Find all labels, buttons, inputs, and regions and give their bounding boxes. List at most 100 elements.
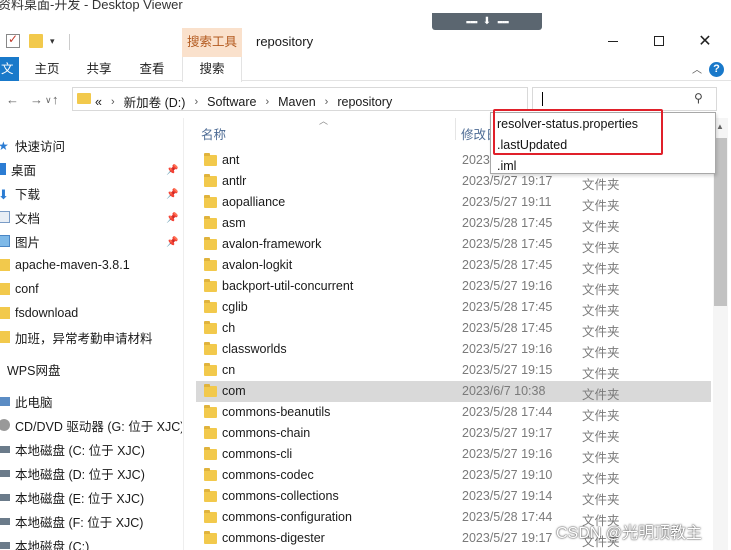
breadcrumb-overflow[interactable]: « (95, 95, 102, 109)
sidebar-item-this-pc[interactable]: 此电脑 (0, 390, 53, 412)
sidebar-item-downloads[interactable]: ⬇ 下载 (0, 182, 40, 204)
download-icon: ⬇ (0, 187, 9, 202)
pane-divider[interactable] (183, 118, 184, 550)
pin-icon[interactable]: 📌 (166, 165, 178, 176)
recent-locations-icon[interactable]: ∨ (45, 95, 52, 106)
table-row[interactable]: antlr 2023/5/27 19:17 文件夹 (196, 171, 711, 192)
forward-button[interactable]: → (30, 92, 43, 107)
table-row[interactable]: ch 2023/5/28 17:45 文件夹 (196, 318, 711, 339)
tab-home[interactable]: 主页 (20, 57, 74, 81)
table-row[interactable]: backport-util-concurrent 2023/5/27 19:16 文… (196, 276, 711, 297)
sidebar-item-fsdownload[interactable]: fsdownload (0, 302, 78, 324)
collapse-ribbon-icon[interactable]: ︿ (692, 61, 702, 76)
sidebar-item-drive-f-xjc[interactable]: 本地磁盘 (F: 位于 XJC) (0, 510, 143, 532)
sidebar-item-desktop[interactable]: 桌面 (0, 158, 36, 180)
sidebar-item-quick-access[interactable]: ★ 快速访问 (0, 134, 65, 156)
picture-icon (0, 235, 10, 247)
sidebar-item-drive-g[interactable]: CD/DVD 驱动器 (G: 位于 XJC) (0, 414, 182, 436)
breadcrumb-separator-icon[interactable]: › (325, 96, 329, 108)
table-row[interactable]: classworlds 2023/5/27 19:16 文件夹 (196, 339, 711, 360)
toolbar-collapse-icon[interactable]: ⬇ (483, 16, 491, 27)
breadcrumb-separator-icon[interactable]: › (194, 96, 198, 108)
file-type: 文件夹 (582, 199, 620, 213)
help-icon[interactable]: ? (709, 62, 724, 77)
table-row[interactable]: aopalliance 2023/5/27 19:11 文件夹 (196, 192, 711, 213)
folder-icon (0, 307, 10, 319)
sidebar-item-documents[interactable]: 文档 (0, 206, 40, 228)
folder-icon (204, 216, 217, 229)
customize-quick-access-icon[interactable]: ▾ (50, 36, 64, 50)
search-icon[interactable]: ⚲ (694, 91, 703, 105)
table-row[interactable]: asm 2023/5/28 17:45 文件夹 (196, 213, 711, 234)
file-name: aopalliance (222, 195, 286, 209)
pin-icon[interactable]: 📌 (166, 237, 178, 248)
highlight-annotation-box (493, 109, 663, 155)
table-row[interactable]: commons-cli 2023/5/27 19:16 文件夹 (196, 444, 711, 465)
sidebar-item-pictures[interactable]: 图片 (0, 230, 40, 252)
file-modified-date: 2023/5/28 17:45 (462, 258, 553, 272)
file-modified-date: 2023/5/28 17:45 (462, 321, 553, 335)
file-type: 文件夹 (582, 220, 620, 234)
table-row[interactable]: commons-beanutils 2023/5/28 17:44 文件夹 (196, 402, 711, 423)
file-modified-date: 2023/5/27 19:16 (462, 342, 553, 356)
sidebar-item-conf[interactable]: conf (0, 278, 39, 300)
sidebar-item-drive-c-xjc[interactable]: 本地磁盘 (C: 位于 XJC) (0, 438, 145, 460)
table-row[interactable]: avalon-framework 2023/5/28 17:45 文件夹 (196, 234, 711, 255)
folder-icon (204, 174, 217, 187)
table-row[interactable]: commons-chain 2023/5/27 19:17 文件夹 (196, 423, 711, 444)
dvd-icon (0, 419, 10, 431)
sidebar-item-overtime[interactable]: 加班，异常考勤申请材料 (0, 326, 153, 348)
tab-file[interactable]: 文件 (0, 57, 19, 81)
file-modified-date: 2023/5/27 19:16 (462, 447, 553, 461)
column-divider[interactable] (455, 118, 456, 140)
table-row[interactable]: cn 2023/5/27 19:15 文件夹 (196, 360, 711, 381)
tab-search[interactable]: 搜索 (182, 57, 242, 82)
table-row[interactable]: cglib 2023/5/28 17:45 文件夹 (196, 297, 711, 318)
drive-icon (0, 517, 10, 525)
table-row[interactable]: avalon-logkit 2023/5/28 17:45 文件夹 (196, 255, 711, 276)
new-folder-icon[interactable] (29, 34, 43, 48)
background-title-text: 资料桌面-开发 - Desktop Viewer (0, 0, 183, 12)
background-window-title: 资料桌面-开发 - Desktop Viewer (0, 0, 731, 14)
back-button[interactable]: ← (6, 92, 19, 107)
sidebar-item-label: CD/DVD 驱动器 (G: 位于 XJC) (15, 419, 182, 434)
minimize-button[interactable] (590, 28, 636, 54)
table-row[interactable]: commons-codec 2023/5/27 19:10 文件夹 (196, 465, 711, 486)
folder-icon (204, 342, 217, 355)
up-button[interactable]: ↑ (52, 92, 59, 107)
close-button[interactable]: ✕ (682, 28, 728, 54)
suggestion-item[interactable]: .iml (497, 159, 516, 173)
breadcrumb-maven[interactable]: Maven (278, 95, 316, 109)
pin-icon[interactable]: 📌 (166, 213, 178, 224)
address-bar[interactable]: « › 新加卷 (D:) › Software › Maven › reposi… (72, 87, 595, 111)
breadcrumb-drive[interactable]: 新加卷 (D:) (124, 92, 186, 111)
window-title: repository (256, 34, 314, 49)
scroll-up-icon[interactable]: ▲ (716, 122, 724, 131)
file-name: asm (222, 216, 246, 230)
vertical-scrollbar[interactable]: ▲ (713, 118, 728, 550)
sort-ascending-icon: ︿ (319, 116, 329, 126)
tab-view[interactable]: 查看 (128, 57, 176, 81)
table-row[interactable]: commons-collections 2023/5/27 19:14 文件夹 (196, 486, 711, 507)
sidebar-item-apache-maven[interactable]: apache-maven-3.8.1 (0, 254, 130, 276)
breadcrumb-separator-icon[interactable]: › (265, 96, 269, 108)
search-box[interactable]: ⚲ (532, 87, 717, 111)
pin-icon[interactable]: 📌 (166, 189, 178, 200)
column-header-name[interactable]: 名称 (201, 124, 226, 143)
file-type: 文件夹 (582, 241, 620, 255)
sidebar-item-drive-d-xjc[interactable]: 本地磁盘 (D: 位于 XJC) (0, 462, 145, 484)
sidebar-item-drive-c[interactable]: 本地磁盘 (C:) (0, 534, 89, 550)
cloud-drive-icon (0, 363, 2, 375)
tab-share[interactable]: 共享 (74, 57, 124, 81)
table-row[interactable]: com 2023/6/7 10:38 文件夹 (196, 381, 711, 402)
properties-icon[interactable] (6, 32, 20, 48)
toolbar-grip-right: ▪▪▪▪▪ (497, 16, 509, 27)
sidebar-item-drive-e-xjc[interactable]: 本地磁盘 (E: 位于 XJC) (0, 486, 144, 508)
sidebar-item-wps-drive[interactable]: WPS网盘 (0, 358, 60, 380)
maximize-button[interactable] (636, 28, 682, 54)
file-type: 文件夹 (582, 283, 620, 297)
breadcrumb-separator-icon[interactable]: › (111, 96, 115, 108)
file-type: 文件夹 (582, 472, 620, 486)
breadcrumb-software[interactable]: Software (207, 95, 256, 109)
breadcrumb-repository[interactable]: repository (337, 95, 392, 109)
